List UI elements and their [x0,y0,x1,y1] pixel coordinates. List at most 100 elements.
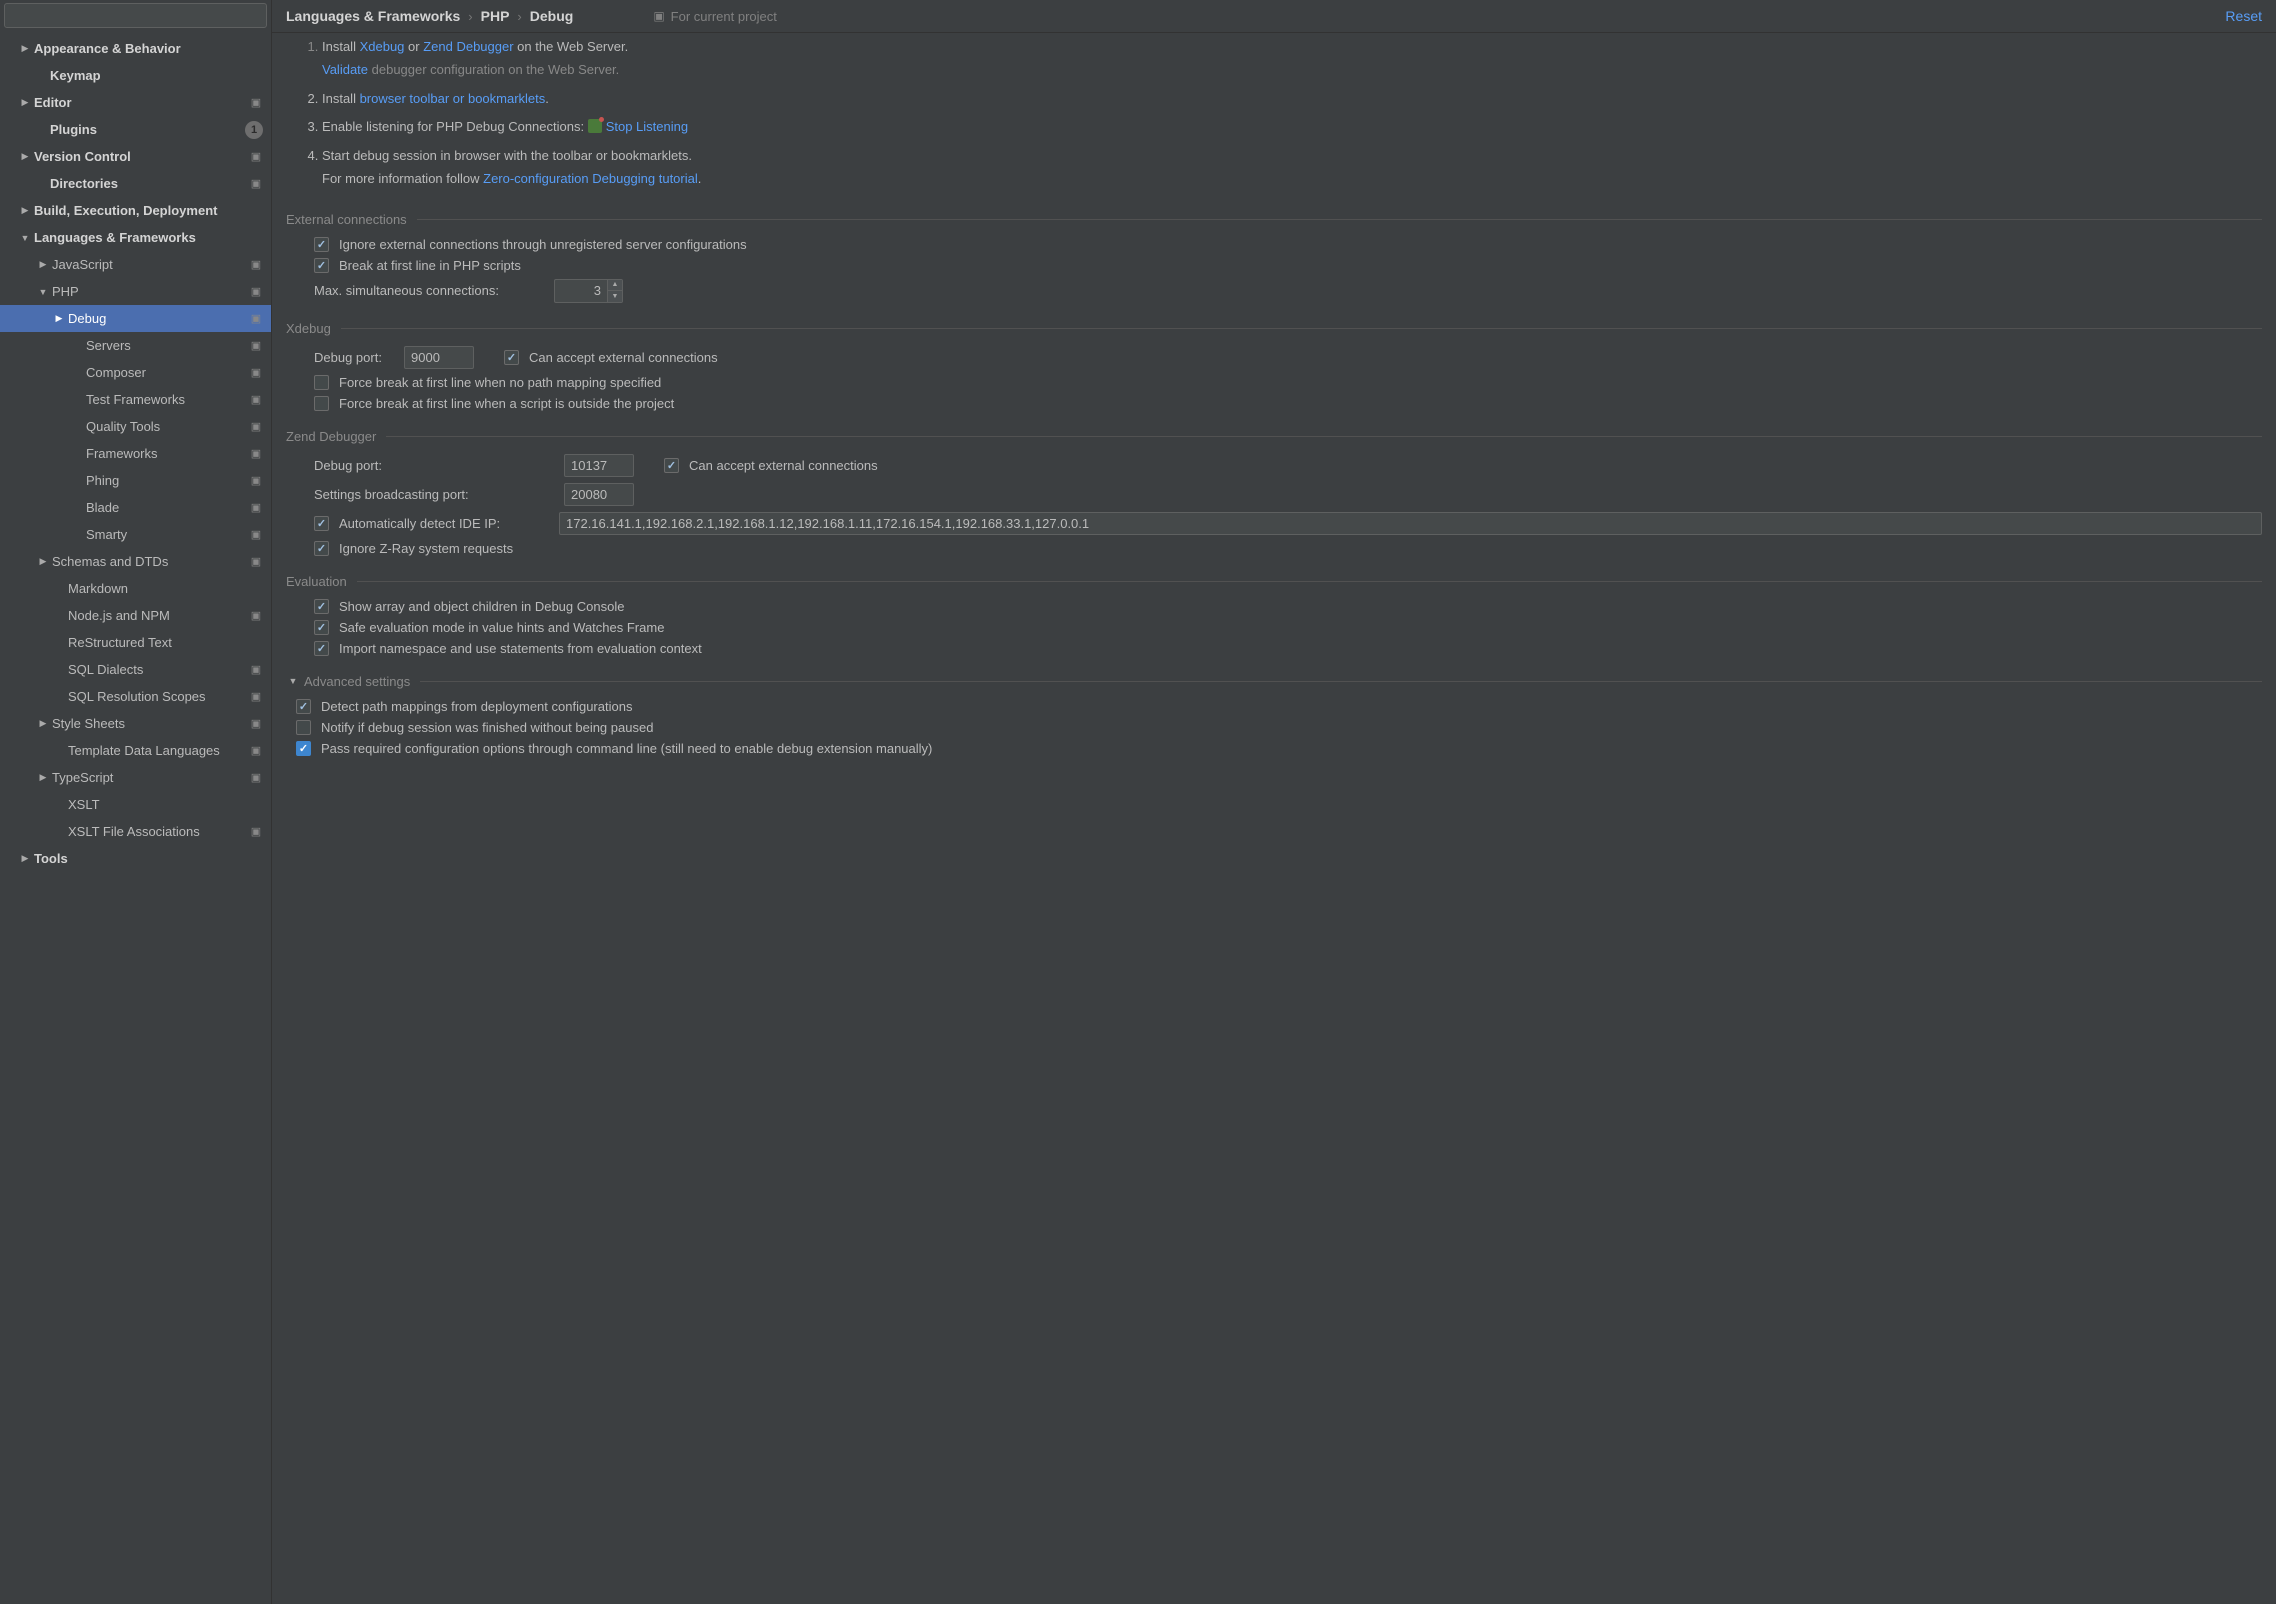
pre-config-steps: Install Xdebug or Zend Debugger on the W… [286,33,2262,194]
zend-bcast-input[interactable] [564,483,634,506]
validate-link[interactable]: Validate [322,62,368,77]
eval2-label: Safe evaluation mode in value hints and … [339,620,664,635]
tree-item-label: Debug [68,311,245,326]
project-scope-icon: ▣ [249,690,263,704]
settings-tree: ▶Appearance & BehaviorKeymap▶Editor▣Plug… [0,31,271,1604]
section-title: Xdebug [286,321,331,336]
tree-item-markdown[interactable]: Markdown [0,575,271,602]
adv2-checkbox[interactable] [296,720,311,735]
zend-zray-label: Ignore Z-Ray system requests [339,541,513,556]
tree-item-languages-frameworks[interactable]: ▼Languages & Frameworks [0,224,271,251]
section-title: External connections [286,212,407,227]
crumb-debug[interactable]: Debug [530,8,574,24]
tree-item-label: Appearance & Behavior [34,41,263,56]
zend-port-input[interactable] [564,454,634,477]
reset-button[interactable]: Reset [2225,8,2262,24]
tree-item-test-frameworks[interactable]: Test Frameworks▣ [0,386,271,413]
tree-item-label: XSLT [68,797,263,812]
tree-item-keymap[interactable]: Keymap [0,62,271,89]
tree-item-restructured-text[interactable]: ReStructured Text [0,629,271,656]
tree-item-editor[interactable]: ▶Editor▣ [0,89,271,116]
zend-autoip-checkbox[interactable] [314,516,329,531]
bookmarklets-link[interactable]: browser toolbar or bookmarklets [360,91,546,106]
tree-arrow-icon: ▶ [36,556,50,567]
crumb-sep-icon: › [517,9,521,24]
ignore-ext-checkbox[interactable] [314,237,329,252]
xdebug-force1-checkbox[interactable] [314,375,329,390]
tree-item-appearance-behavior[interactable]: ▶Appearance & Behavior [0,35,271,62]
tree-item-template-data-languages[interactable]: Template Data Languages▣ [0,737,271,764]
advanced-twisty-icon[interactable]: ▼ [286,676,300,686]
project-scope-icon: ▣ [249,420,263,434]
tree-item-php[interactable]: ▼PHP▣ [0,278,271,305]
tree-item-phing[interactable]: Phing▣ [0,467,271,494]
crumb-root[interactable]: Languages & Frameworks [286,8,460,24]
xdebug-link[interactable]: Xdebug [360,39,405,54]
tree-arrow-icon: ▶ [52,313,66,324]
eval2-checkbox[interactable] [314,620,329,635]
tree-item-plugins[interactable]: Plugins1 [0,116,271,143]
zend-accept-label: Can accept external connections [689,458,878,473]
adv1-checkbox[interactable] [296,699,311,714]
tree-item-debug[interactable]: ▶Debug▣ [0,305,271,332]
tree-item-directories[interactable]: Directories▣ [0,170,271,197]
break-first-checkbox[interactable] [314,258,329,273]
section-title: Advanced settings [304,674,410,689]
crumb-php[interactable]: PHP [481,8,510,24]
zend-zray-checkbox[interactable] [314,541,329,556]
tree-item-style-sheets[interactable]: ▶Style Sheets▣ [0,710,271,737]
project-scope-icon: ▣ [249,447,263,461]
tree-item-composer[interactable]: Composer▣ [0,359,271,386]
tree-item-javascript[interactable]: ▶JavaScript▣ [0,251,271,278]
tree-item-node-js-and-npm[interactable]: Node.js and NPM▣ [0,602,271,629]
step-1: Install Xdebug or Zend Debugger on the W… [322,33,2262,85]
stop-listening-link[interactable]: Stop Listening [606,119,688,134]
adv2-label: Notify if debug session was finished wit… [321,720,653,735]
tree-item-frameworks[interactable]: Frameworks ▣ [0,440,271,467]
tree-item-label: Node.js and NPM [68,608,245,623]
project-scope-icon: ▣ [249,717,263,731]
zend-accept-checkbox[interactable] [664,458,679,473]
tree-item-xslt-file-associations[interactable]: XSLT File Associations▣ [0,818,271,845]
max-conn-label: Max. simultaneous connections: [314,283,544,298]
eval1-checkbox[interactable] [314,599,329,614]
spinner-up-icon[interactable]: ▲ [608,280,622,291]
tree-item-quality-tools[interactable]: Quality Tools▣ [0,413,271,440]
crumb-sep-icon: › [468,9,472,24]
tree-item-build-execution-deployment[interactable]: ▶Build, Execution, Deployment [0,197,271,224]
project-scope-icon: ▣ [249,771,263,785]
tree-item-sql-resolution-scopes[interactable]: SQL Resolution Scopes▣ [0,683,271,710]
zend-link[interactable]: Zend Debugger [423,39,513,54]
project-scope-icon: ▣ [249,285,263,299]
max-conn-input[interactable] [554,279,608,303]
xdebug-accept-checkbox[interactable] [504,350,519,365]
tree-item-blade[interactable]: Blade▣ [0,494,271,521]
tree-item-label: Frameworks [86,446,245,461]
adv3-checkbox[interactable] [296,741,311,756]
tree-item-xslt[interactable]: XSLT [0,791,271,818]
search-input[interactable] [4,3,267,28]
tree-item-sql-dialects[interactable]: SQL Dialects▣ [0,656,271,683]
tree-item-typescript[interactable]: ▶TypeScript▣ [0,764,271,791]
zero-conf-link[interactable]: Zero-configuration Debugging tutorial [483,171,698,186]
project-scope-icon: ▣ [249,177,263,191]
tree-item-version-control[interactable]: ▶Version Control▣ [0,143,271,170]
step-2: Install browser toolbar or bookmarklets. [322,85,2262,114]
ignore-ext-label: Ignore external connections through unre… [339,237,747,252]
tree-item-smarty[interactable]: Smarty ▣ [0,521,271,548]
tree-item-servers[interactable]: Servers▣ [0,332,271,359]
project-scope-icon: ▣ [249,150,263,164]
project-scope-icon: ▣ [249,528,263,542]
project-icon: ▣ [653,9,664,23]
xdebug-port-input[interactable] [404,346,474,369]
xdebug-force2-checkbox[interactable] [314,396,329,411]
zend-ips-input[interactable] [559,512,2262,535]
section-eval: Evaluation Show array and object childre… [286,574,2262,656]
tree-item-label: Smarty [86,527,245,542]
tree-item-label: Version Control [34,149,245,164]
tree-item-schemas-and-dtds[interactable]: ▶Schemas and DTDs▣ [0,548,271,575]
eval3-checkbox[interactable] [314,641,329,656]
content-pane: Languages & Frameworks › PHP › Debug ▣ F… [272,0,2276,1604]
tree-item-tools[interactable]: ▶Tools [0,845,271,872]
spinner-down-icon[interactable]: ▼ [608,291,622,302]
